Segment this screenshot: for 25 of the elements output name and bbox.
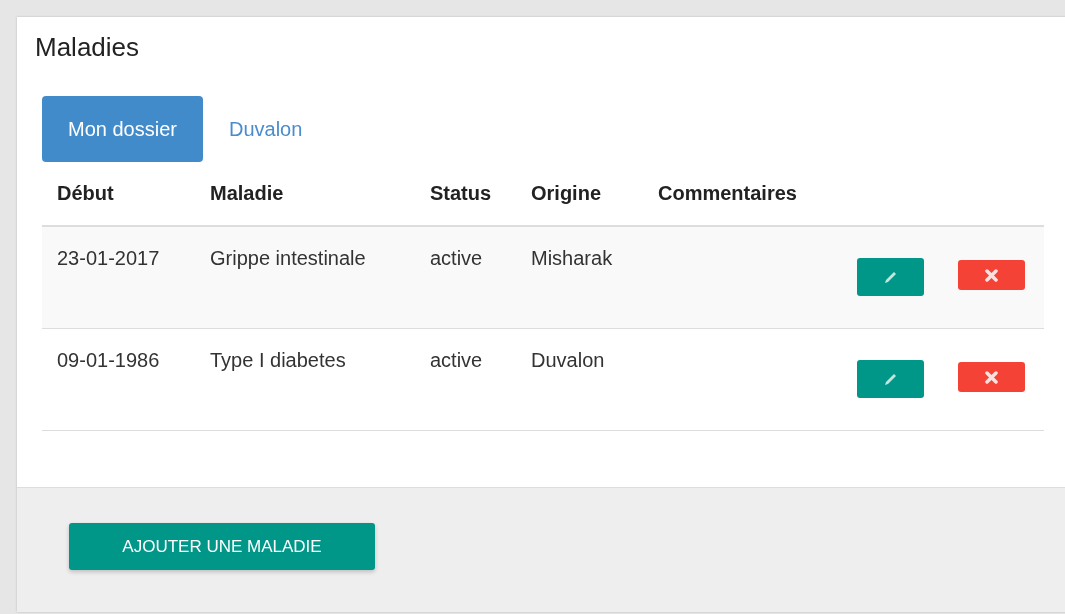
delete-button[interactable] xyxy=(958,362,1025,392)
pencil-icon xyxy=(883,371,898,387)
tab[interactable]: Mon dossier xyxy=(42,96,203,162)
table-cell-text: active xyxy=(429,246,484,271)
table-cell-text: Misharak xyxy=(530,246,614,271)
table-cell-text: active xyxy=(429,348,484,373)
column-header: Commentaires xyxy=(657,182,798,205)
column-header: Status xyxy=(429,182,493,205)
column-header: Maladie xyxy=(209,182,285,205)
column-header: Origine xyxy=(530,182,602,205)
table-cell-text: 09-01-1986 xyxy=(56,348,161,373)
edit-button[interactable] xyxy=(857,360,924,398)
add-button[interactable]: AJOUTER UNE MALADIE xyxy=(69,523,375,570)
table-cell-text: Duvalon xyxy=(530,348,606,373)
table-cell-text: 23-01-2017 xyxy=(56,246,161,271)
close-icon xyxy=(985,268,998,282)
table-cell-text: Type I diabetes xyxy=(209,348,347,373)
table-cell-text: Grippe intestinale xyxy=(209,246,367,271)
tab[interactable]: Duvalon xyxy=(202,96,329,162)
section-title: Maladies xyxy=(35,32,140,63)
delete-button[interactable] xyxy=(958,260,1025,290)
close-icon xyxy=(985,370,998,384)
column-header: Début xyxy=(56,182,115,205)
edit-button[interactable] xyxy=(857,258,924,296)
pencil-icon xyxy=(883,269,898,285)
